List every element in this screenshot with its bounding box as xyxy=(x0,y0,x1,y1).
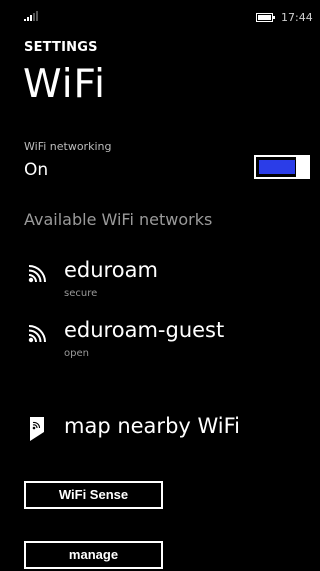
network-name: eduroam-guest xyxy=(64,318,225,342)
wifi-sense-button[interactable]: WiFi Sense xyxy=(24,481,163,509)
available-networks-header: Available WiFi networks xyxy=(24,210,213,229)
network-name: eduroam xyxy=(64,258,158,282)
map-nearby-wifi-label: map nearby WiFi xyxy=(64,414,241,438)
map-nearby-wifi-link[interactable]: map nearby WiFi xyxy=(24,414,304,448)
toggle-fill xyxy=(259,160,295,174)
network-status: secure xyxy=(64,288,98,299)
wifi-toggle-state: On xyxy=(24,160,49,180)
network-item-eduroam-guest[interactable]: eduroam-guest open xyxy=(24,318,304,368)
page-title: WiFi xyxy=(23,62,106,107)
wifi-settings-screen: 17:44 SETTINGS WiFi WiFi networking On A… xyxy=(0,0,320,571)
wifi-signal-icon xyxy=(28,325,46,343)
toggle-knob[interactable] xyxy=(298,155,310,179)
wifi-signal-icon xyxy=(28,265,46,283)
network-status: open xyxy=(64,348,89,359)
wifi-toggle-switch[interactable] xyxy=(254,155,312,179)
network-item-eduroam[interactable]: eduroam secure xyxy=(24,258,304,308)
section-label: SETTINGS xyxy=(24,40,98,55)
status-bar: 17:44 xyxy=(0,0,320,26)
manage-button[interactable]: manage xyxy=(24,541,163,569)
map-wifi-icon xyxy=(30,417,44,441)
wifi-toggle-caption: WiFi networking xyxy=(24,140,112,153)
signal-bars-icon xyxy=(24,11,38,21)
clock: 17:44 xyxy=(281,11,313,24)
battery-icon xyxy=(256,13,275,22)
